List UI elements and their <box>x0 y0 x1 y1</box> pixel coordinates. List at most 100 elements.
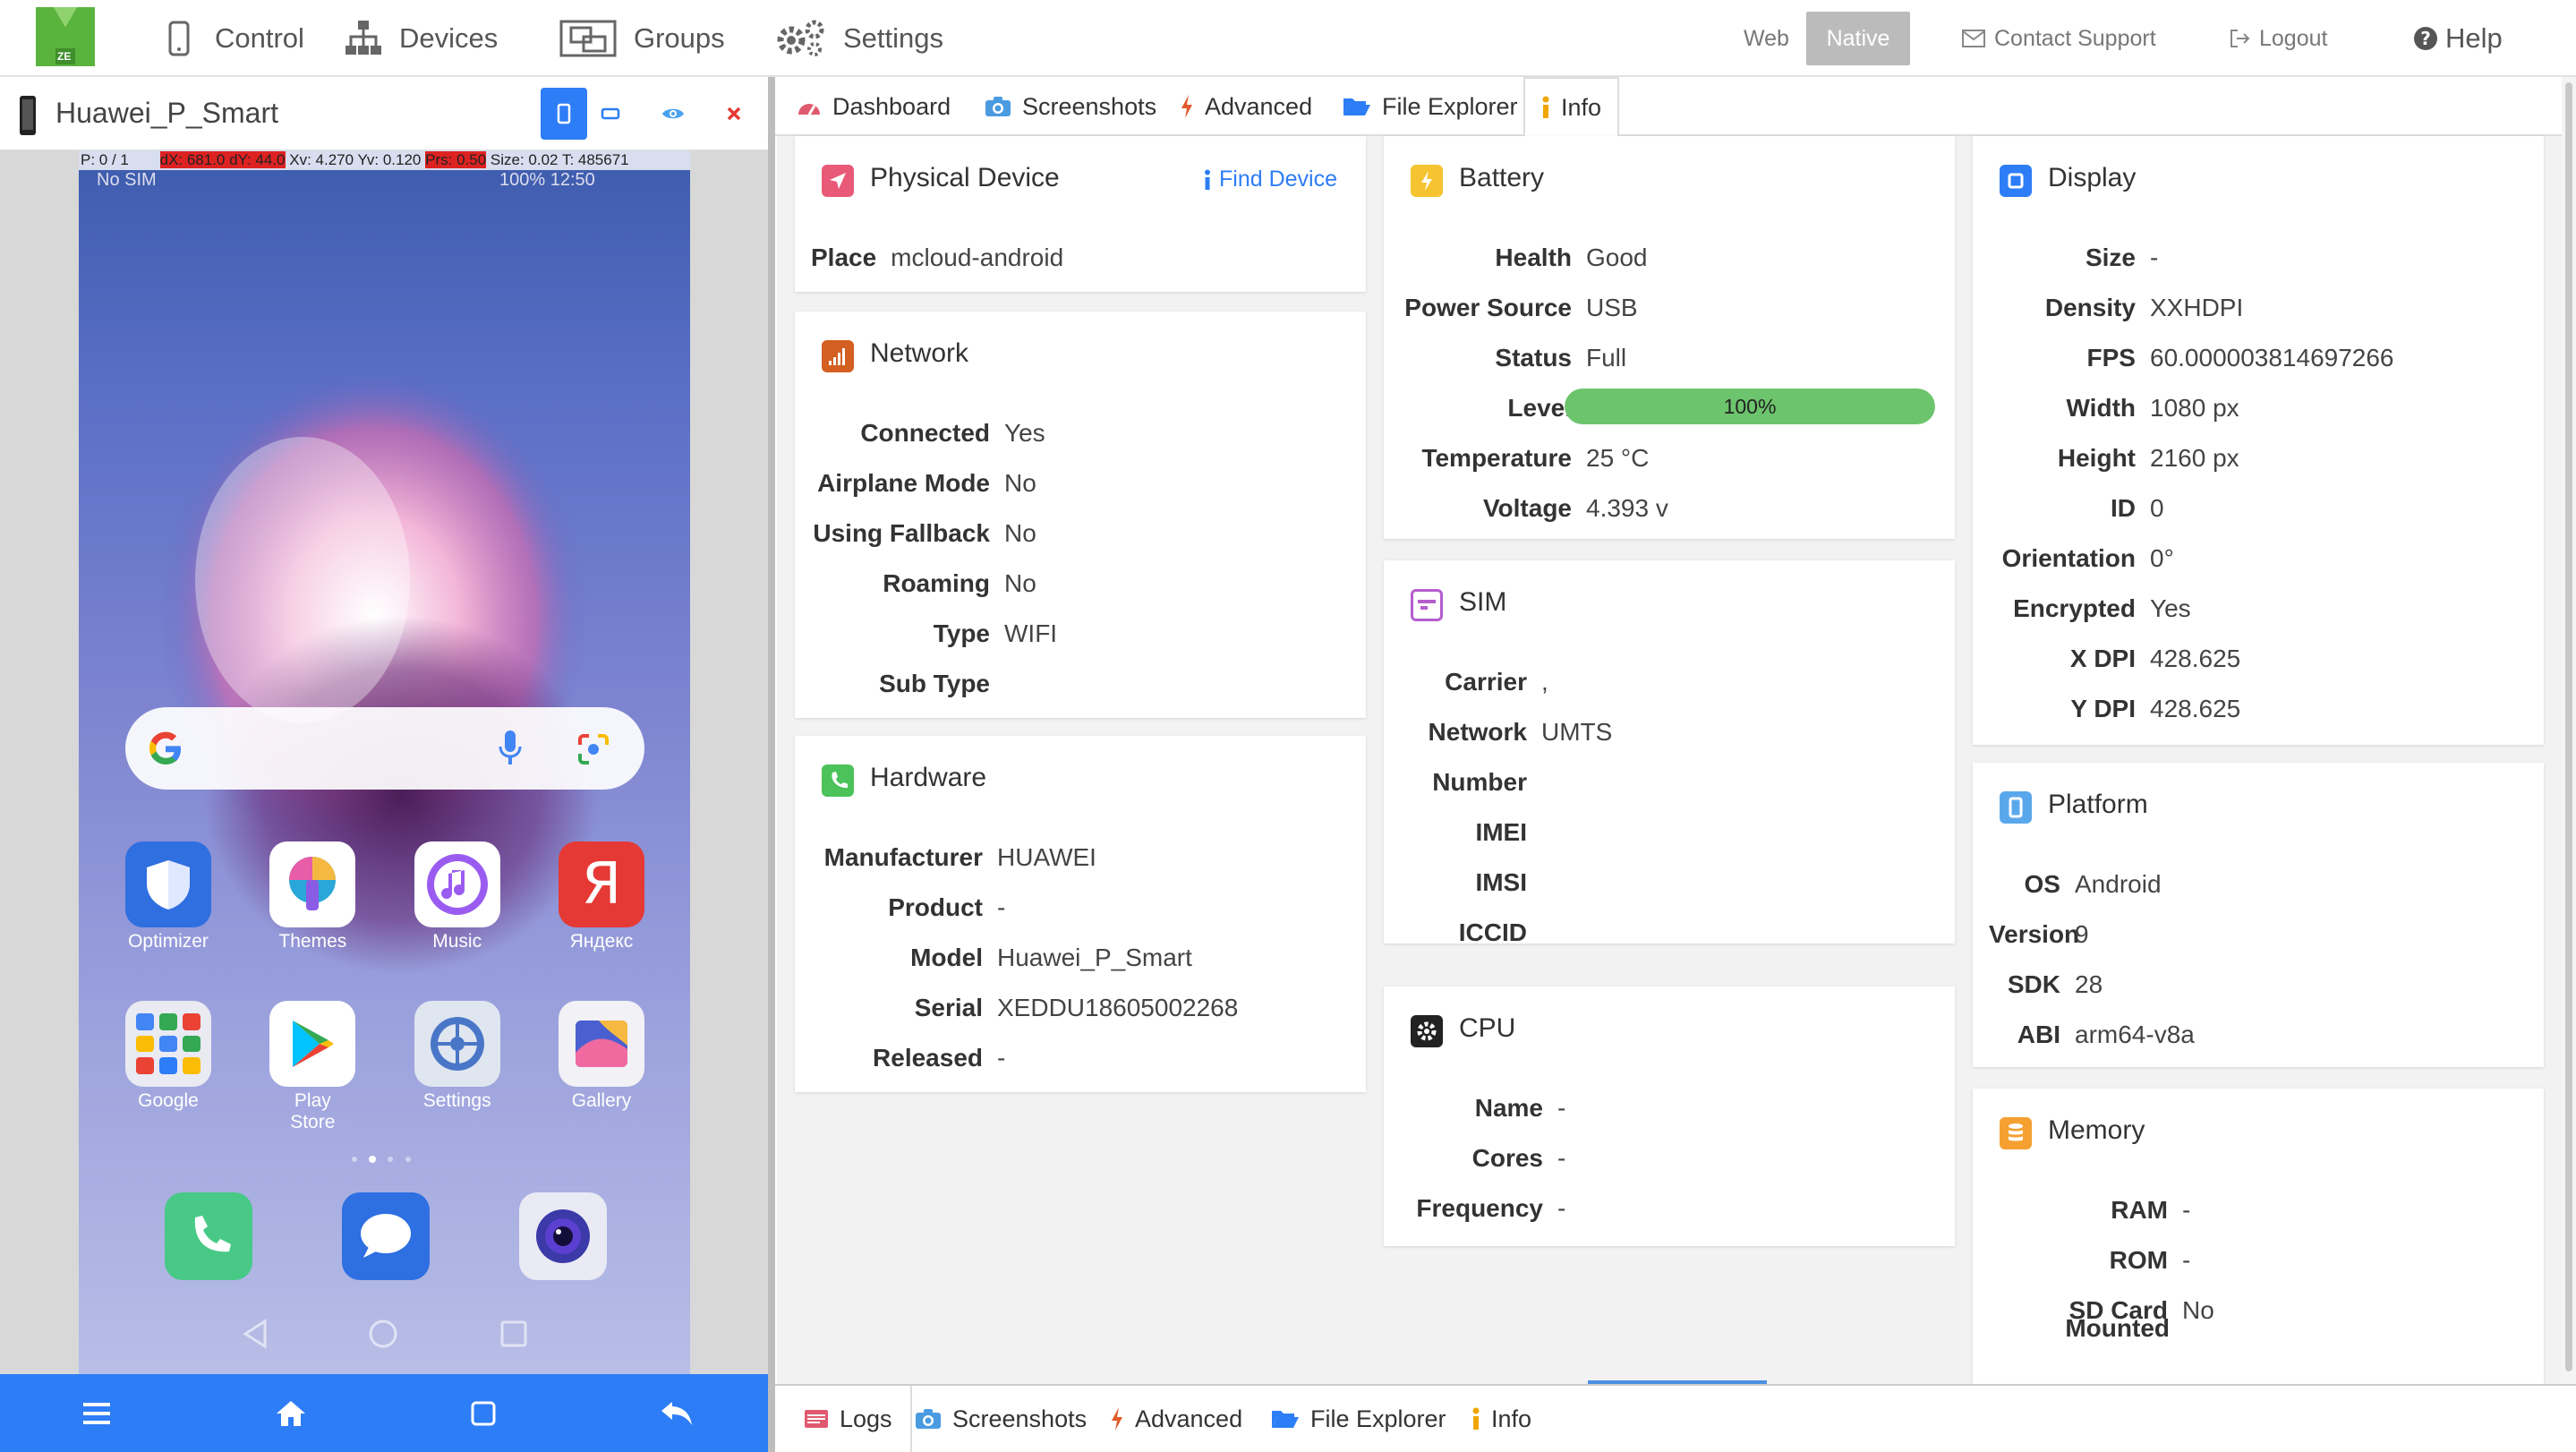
field-value: 2160 px <box>2150 444 2239 472</box>
help-label: Help <box>2445 22 2503 54</box>
debug-time: T: 485671 <box>561 151 629 168</box>
find-device-link[interactable]: Find Device <box>1203 167 1337 192</box>
row-hardware-4: Released - <box>811 1040 1005 1076</box>
portrait-button[interactable] <box>541 88 587 140</box>
nav-groups[interactable]: Groups <box>559 0 725 77</box>
tab-advanced[interactable]: Advanced <box>1180 77 1312 136</box>
nav-control[interactable]: Control <box>159 0 304 77</box>
field-key: Health <box>1495 243 1572 271</box>
android-recents-icon[interactable] <box>499 1320 528 1348</box>
app-settings[interactable]: Settings <box>414 1001 500 1111</box>
object-group-icon <box>559 20 617 57</box>
row-display-1: Density XXHDPI <box>1989 290 2243 326</box>
field-key: ABI <box>2017 1021 2060 1048</box>
close-device-button[interactable] <box>711 88 757 140</box>
gallery-icon <box>558 1001 644 1087</box>
device-control-bar <box>0 1374 775 1452</box>
field-value: 25 °C <box>1586 444 1650 472</box>
field-value: 0° <box>2150 544 2174 572</box>
eye-icon <box>662 108 684 119</box>
logs-icon <box>805 1410 828 1428</box>
field-value: 9 <box>2075 920 2089 948</box>
phone-handset-icon <box>822 764 854 797</box>
phone-icon <box>168 21 190 56</box>
content-scrollbar[interactable] <box>2562 77 2576 1384</box>
logout-link[interactable]: Logout <box>2229 0 2327 77</box>
app-optimizer[interactable]: Optimizer <box>125 841 211 952</box>
field-key: Manufacturer <box>823 843 983 871</box>
btab-file-explorer[interactable]: File Explorer <box>1271 1386 1446 1452</box>
app-music[interactable]: Music <box>414 841 500 952</box>
menu-icon[interactable] <box>81 1401 112 1426</box>
landscape-button[interactable] <box>587 88 634 140</box>
btab-file-explorer-label: File Explorer <box>1310 1405 1446 1432</box>
logo[interactable]: ZE <box>36 7 95 66</box>
device-screen[interactable]: No SIM 100% 12:50 Optimizer Themes Music… <box>79 150 690 1374</box>
square-icon[interactable] <box>470 1400 497 1427</box>
dock-messages-icon[interactable] <box>342 1192 430 1280</box>
folder-open-icon <box>1343 98 1370 115</box>
btab-advanced-label: Advanced <box>1135 1405 1243 1432</box>
field-key: SDK <box>2007 970 2060 998</box>
app-play-store[interactable]: Play Store <box>269 1001 356 1132</box>
battery-level-bar: 100% <box>1565 389 1935 424</box>
tab-screenshots[interactable]: Screenshots <box>985 77 1156 136</box>
row-place: Place mcloud-android <box>811 240 1063 276</box>
mobile-landscape-icon <box>601 107 620 120</box>
btab-logs[interactable]: Logs <box>786 1386 912 1452</box>
field-key: FPS <box>2086 344 2136 372</box>
field-key: Product <box>888 893 983 921</box>
app-yandex[interactable]: Я Яндекс <box>558 841 644 952</box>
field-key: Width <box>2066 394 2137 422</box>
nav-settings[interactable]: Settings <box>773 0 943 77</box>
nav-devices-label: Devices <box>399 22 499 54</box>
card-battery: Battery Health Good Power Source USB Status F… <box>1384 136 1955 539</box>
field-key: Cores <box>1471 1144 1543 1172</box>
row-display-3: Width 1080 px <box>1989 390 2239 426</box>
btab-advanced[interactable]: Advanced <box>1110 1386 1242 1452</box>
paint-brush-icon <box>269 841 356 927</box>
field-value: No <box>2182 1296 2214 1324</box>
status-bar-right: 100% 12:50 <box>499 170 595 190</box>
row-network-1: Airplane Mode No <box>811 465 1036 501</box>
logo-text: ZE <box>57 50 72 63</box>
android-back-icon[interactable] <box>240 1318 270 1350</box>
help-link[interactable]: ? Help <box>2413 0 2503 77</box>
google-search-widget[interactable] <box>125 707 644 790</box>
home-icon[interactable] <box>275 1399 307 1428</box>
app-themes[interactable]: Themes <box>269 841 356 952</box>
row-hardware-3: Serial XEDDU18605002268 <box>811 990 1239 1026</box>
nav-devices[interactable]: Devices <box>344 0 498 77</box>
btab-screenshots[interactable]: Screenshots <box>915 1386 1087 1452</box>
tab-dashboard[interactable]: Dashboard <box>797 77 951 136</box>
tab-info[interactable]: Info <box>1523 77 1620 138</box>
view-toggle-button[interactable] <box>650 88 696 140</box>
dock-camera-icon[interactable] <box>519 1192 607 1280</box>
field-key: Temperature <box>1421 444 1572 472</box>
web-toggle[interactable]: Web <box>1744 0 1789 77</box>
field-key: Connected <box>860 419 990 447</box>
native-toggle[interactable]: Native <box>1806 12 1910 65</box>
dashboard-icon <box>798 104 820 115</box>
field-value: - <box>1557 1094 1566 1122</box>
field-key: Version <box>1989 920 2080 948</box>
btab-info[interactable]: Info <box>1471 1386 1531 1452</box>
battery-bolt-icon <box>1411 165 1443 197</box>
info-icon <box>1472 1407 1480 1430</box>
field-value: No <box>1004 469 1036 497</box>
row-hardware-2: Model Huawei_P_Smart <box>811 940 1192 976</box>
contact-support-link[interactable]: Contact Support <box>1962 0 2156 77</box>
music-note-icon <box>414 841 500 927</box>
android-home-icon[interactable] <box>367 1318 399 1350</box>
app-gallery[interactable]: Gallery <box>558 1001 644 1111</box>
row-platform-2: SDK 28 <box>1989 967 2103 1003</box>
card-sim: SIM Carrier, Network UMTS Number IMEI IMSI ICC… <box>1384 560 1955 946</box>
dock-phone-icon[interactable] <box>165 1192 252 1280</box>
reply-icon[interactable] <box>660 1400 694 1427</box>
app-google-folder[interactable]: Google <box>125 1001 211 1111</box>
touch-debug-overlay: P: 0 / 1 dX: 681.0 dY: 44.0 Xv: 4.270 Yv… <box>79 150 690 170</box>
tab-file-explorer[interactable]: File Explorer <box>1343 77 1518 136</box>
field-value: , <box>1541 668 1548 696</box>
field-key: Type <box>933 619 990 647</box>
panel-splitter[interactable] <box>768 77 775 1452</box>
